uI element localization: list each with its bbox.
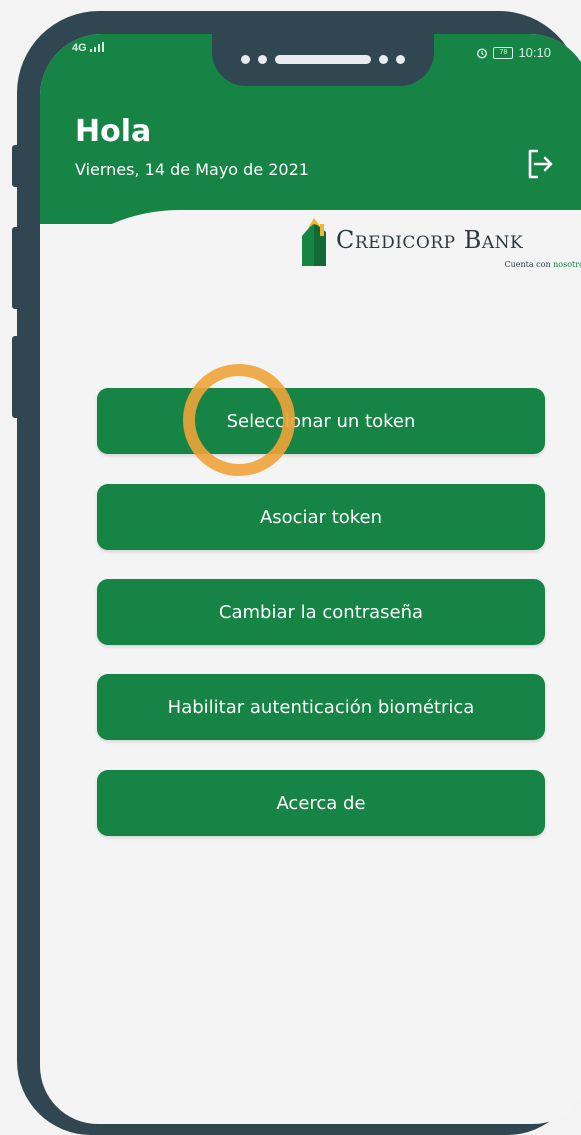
status-bar-right: 78 10:10 bbox=[476, 45, 551, 60]
about-label: Acerca de bbox=[276, 792, 366, 814]
notch-dot bbox=[396, 55, 405, 64]
signal-text: 4G bbox=[72, 42, 87, 54]
enable-biometric-label: Habilitar autenticación biométrica bbox=[167, 696, 475, 718]
logo-tagline-accent: nosotros bbox=[553, 260, 581, 269]
enable-biometric-button[interactable]: Habilitar autenticación biométrica bbox=[97, 674, 545, 740]
associate-token-button[interactable]: Asociar token bbox=[97, 484, 545, 550]
phone-frame: 4G 78 10:10 Hola Viernes, 14 de Mayo de … bbox=[17, 11, 581, 1135]
phone-screen: 4G 78 10:10 Hola Viernes, 14 de Mayo de … bbox=[40, 34, 581, 1124]
notch-dot bbox=[379, 55, 388, 64]
alarm-icon bbox=[477, 47, 488, 59]
signal-indicator: 4G bbox=[72, 42, 104, 54]
logo-building-icon bbox=[302, 218, 326, 266]
logo-tagline-prefix: Cuenta con bbox=[504, 260, 551, 269]
notch-dot bbox=[258, 55, 267, 64]
logout-button[interactable] bbox=[522, 146, 558, 182]
battery-level: 78 bbox=[499, 48, 508, 56]
notch-dot bbox=[241, 55, 250, 64]
signal-icon bbox=[89, 42, 104, 52]
credicorp-logo: Credicorp Bank Cuenta con nosotros bbox=[298, 218, 581, 284]
select-token-button[interactable]: Seleccionar un token bbox=[97, 388, 545, 454]
status-time: 10:10 bbox=[518, 45, 551, 60]
greeting-title: Hola bbox=[75, 114, 152, 149]
logo-brand-name: Credicorp Bank bbox=[336, 226, 524, 254]
about-button[interactable]: Acerca de bbox=[97, 770, 545, 836]
logout-icon bbox=[528, 149, 553, 179]
logo-tagline: Cuenta con nosotros bbox=[504, 260, 581, 269]
notch-speaker bbox=[275, 55, 371, 64]
phone-notch bbox=[212, 34, 434, 86]
change-password-label: Cambiar la contraseña bbox=[218, 601, 424, 623]
current-date: Viernes, 14 de Mayo de 2021 bbox=[75, 160, 309, 179]
select-token-label: Seleccionar un token bbox=[226, 410, 416, 432]
battery-icon: 78 bbox=[493, 46, 514, 59]
change-password-button[interactable]: Cambiar la contraseña bbox=[97, 579, 545, 645]
associate-token-label: Asociar token bbox=[259, 506, 383, 528]
app-screenshot: 4G 78 10:10 Hola Viernes, 14 de Mayo de … bbox=[0, 0, 581, 1135]
